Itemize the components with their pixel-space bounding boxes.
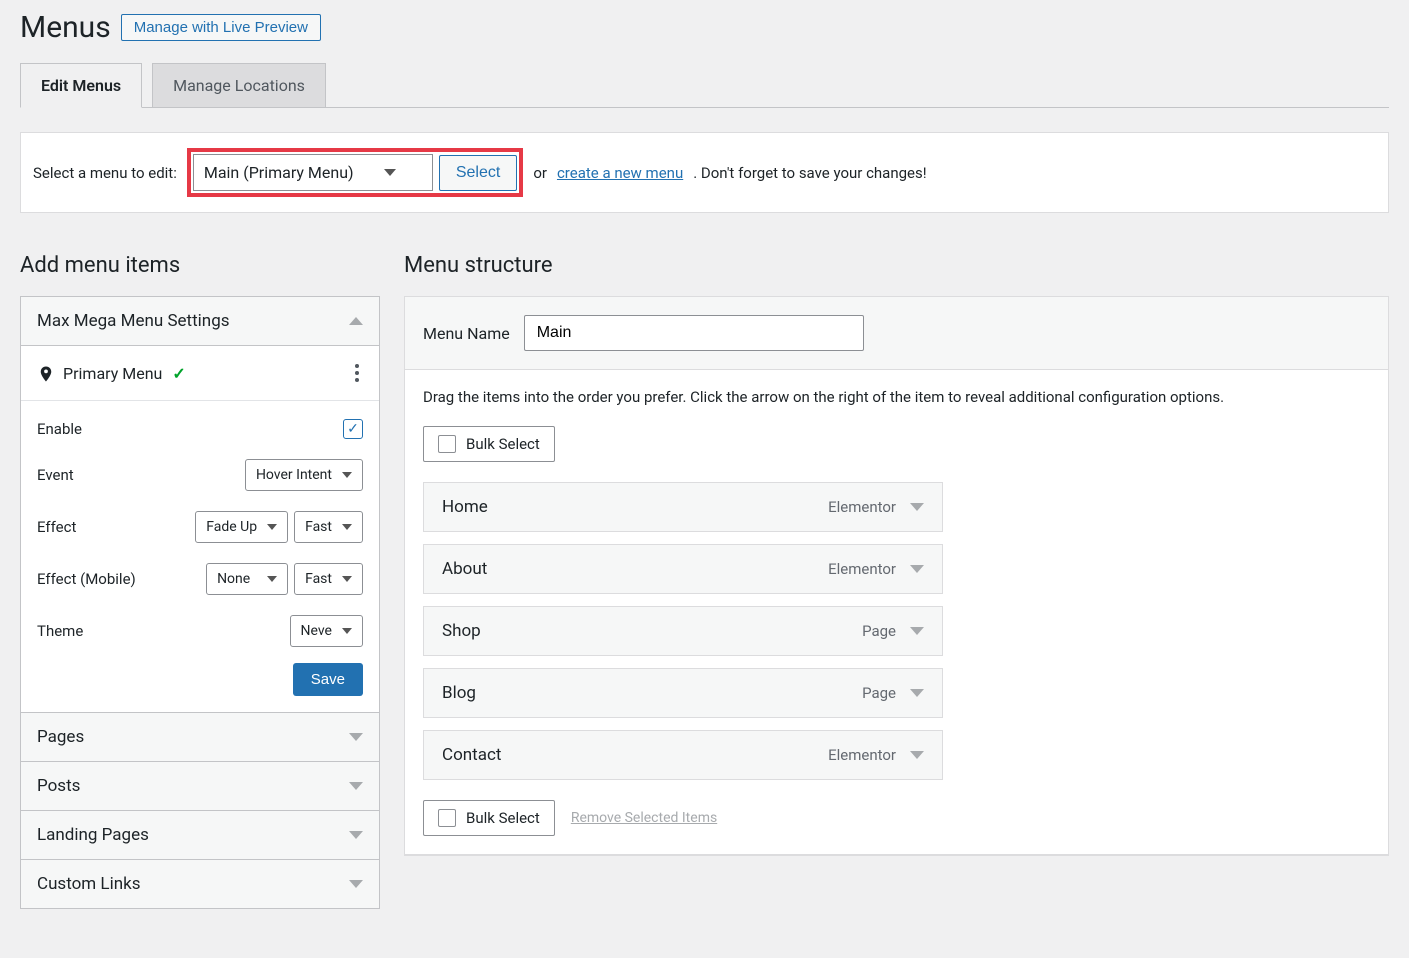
- caret-down-icon[interactable]: [910, 689, 924, 697]
- menu-select-bar: Select a menu to edit: Main (Primary Men…: [20, 132, 1389, 213]
- caret-down-icon[interactable]: [910, 565, 924, 573]
- caret-down-icon[interactable]: [910, 503, 924, 511]
- effect-mobile-speed-select[interactable]: Fast: [294, 563, 363, 595]
- chevron-down-icon: [342, 524, 352, 530]
- menu-select-value: Main (Primary Menu): [204, 163, 354, 182]
- custom-links-panel-header[interactable]: Custom Links: [21, 860, 379, 908]
- checkbox-empty-icon: [438, 435, 456, 453]
- caret-down-icon: [349, 782, 363, 790]
- menu-item-title: Shop: [442, 621, 481, 641]
- pages-panel-header[interactable]: Pages: [21, 713, 379, 761]
- mega-menu-settings-label: Max Mega Menu Settings: [37, 311, 230, 331]
- menu-item-type: Elementor: [828, 746, 896, 764]
- theme-value: Neve: [301, 623, 332, 639]
- menu-item[interactable]: Shop Page: [423, 606, 943, 656]
- menu-item-type: Page: [862, 622, 896, 640]
- caret-down-icon: [349, 733, 363, 741]
- menu-item-type: Page: [862, 684, 896, 702]
- caret-down-icon[interactable]: [910, 627, 924, 635]
- menu-items-list: Home Elementor About Elementor: [423, 482, 1370, 780]
- event-value: Hover Intent: [256, 467, 332, 483]
- event-select[interactable]: Hover Intent: [245, 459, 363, 491]
- effect-mobile-speed-value: Fast: [305, 571, 332, 587]
- effect-value: Fade Up: [206, 519, 257, 535]
- select-menu-label: Select a menu to edit:: [33, 164, 177, 182]
- enable-label: Enable: [37, 420, 82, 438]
- effect-speed-select[interactable]: Fast: [294, 511, 363, 543]
- or-text: or: [533, 164, 547, 182]
- posts-panel-header[interactable]: Posts: [21, 762, 379, 810]
- tab-manage-locations[interactable]: Manage Locations: [152, 63, 326, 107]
- caret-up-icon: [349, 317, 363, 325]
- create-new-menu-link[interactable]: create a new menu: [557, 164, 683, 182]
- select-button[interactable]: Select: [439, 155, 517, 191]
- location-icon: [37, 365, 53, 381]
- posts-label: Posts: [37, 776, 80, 796]
- highlight-box: Main (Primary Menu) Select: [187, 148, 523, 197]
- mega-menu-settings-header[interactable]: Max Mega Menu Settings: [21, 297, 379, 346]
- bulk-select-top-label: Bulk Select: [466, 435, 540, 453]
- menu-item-type: Elementor: [828, 498, 896, 516]
- chevron-down-icon: [384, 169, 396, 176]
- menu-select-dropdown[interactable]: Main (Primary Menu): [193, 154, 433, 191]
- menu-name-label: Menu Name: [423, 324, 510, 343]
- effect-mobile-value: None: [217, 571, 250, 587]
- kebab-menu-icon[interactable]: [351, 360, 363, 386]
- effect-select[interactable]: Fade Up: [195, 511, 288, 543]
- bulk-select-top-button[interactable]: Bulk Select: [423, 426, 555, 462]
- custom-links-label: Custom Links: [37, 874, 141, 894]
- menu-item-title: About: [442, 559, 487, 579]
- menu-item[interactable]: Home Elementor: [423, 482, 943, 532]
- bulk-select-bottom-label: Bulk Select: [466, 809, 540, 827]
- event-label: Event: [37, 466, 74, 484]
- chevron-down-icon: [342, 628, 352, 634]
- menu-item-title: Home: [442, 497, 488, 517]
- tab-bar: Edit Menus Manage Locations: [20, 63, 1389, 108]
- bulk-select-bottom-button[interactable]: Bulk Select: [423, 800, 555, 836]
- effect-speed-value: Fast: [305, 519, 332, 535]
- add-menu-items-title: Add menu items: [20, 253, 380, 278]
- chevron-down-icon: [342, 576, 352, 582]
- page-title: Menus: [20, 10, 111, 45]
- structure-help-text: Drag the items into the order you prefer…: [423, 388, 1370, 406]
- primary-menu-label: Primary Menu: [63, 364, 162, 383]
- effect-label: Effect: [37, 518, 76, 536]
- check-icon: ✓: [172, 364, 185, 383]
- caret-down-icon: [349, 831, 363, 839]
- theme-label: Theme: [37, 622, 83, 640]
- tab-edit-menus[interactable]: Edit Menus: [20, 63, 142, 108]
- theme-select[interactable]: Neve: [290, 615, 363, 647]
- caret-down-icon: [349, 880, 363, 888]
- caret-down-icon[interactable]: [910, 751, 924, 759]
- menu-item[interactable]: Blog Page: [423, 668, 943, 718]
- save-button[interactable]: Save: [293, 663, 363, 696]
- chevron-down-icon: [342, 472, 352, 478]
- landing-pages-panel-header[interactable]: Landing Pages: [21, 811, 379, 859]
- menu-name-input[interactable]: [524, 315, 864, 351]
- menu-item-title: Blog: [442, 683, 476, 703]
- menu-item-type: Elementor: [828, 560, 896, 578]
- chevron-down-icon: [267, 576, 277, 582]
- checkbox-empty-icon: [438, 809, 456, 827]
- chevron-down-icon: [267, 524, 277, 530]
- pages-label: Pages: [37, 727, 84, 747]
- effect-mobile-label: Effect (Mobile): [37, 570, 136, 588]
- enable-checkbox[interactable]: ✓: [343, 419, 363, 439]
- manage-live-preview-button[interactable]: Manage with Live Preview: [121, 14, 321, 41]
- menu-structure-panel: Menu Name Drag the items into the order …: [404, 296, 1389, 856]
- menu-item[interactable]: About Elementor: [423, 544, 943, 594]
- mega-menu-settings-panel: Max Mega Menu Settings Primary Menu ✓: [20, 296, 380, 713]
- effect-mobile-select[interactable]: None: [206, 563, 288, 595]
- menu-item-title: Contact: [442, 745, 501, 765]
- menu-structure-title: Menu structure: [404, 253, 1389, 278]
- remove-selected-link: Remove Selected Items: [571, 810, 717, 826]
- menu-item[interactable]: Contact Elementor: [423, 730, 943, 780]
- select-bar-suffix: . Don't forget to save your changes!: [693, 164, 926, 182]
- landing-label: Landing Pages: [37, 825, 149, 845]
